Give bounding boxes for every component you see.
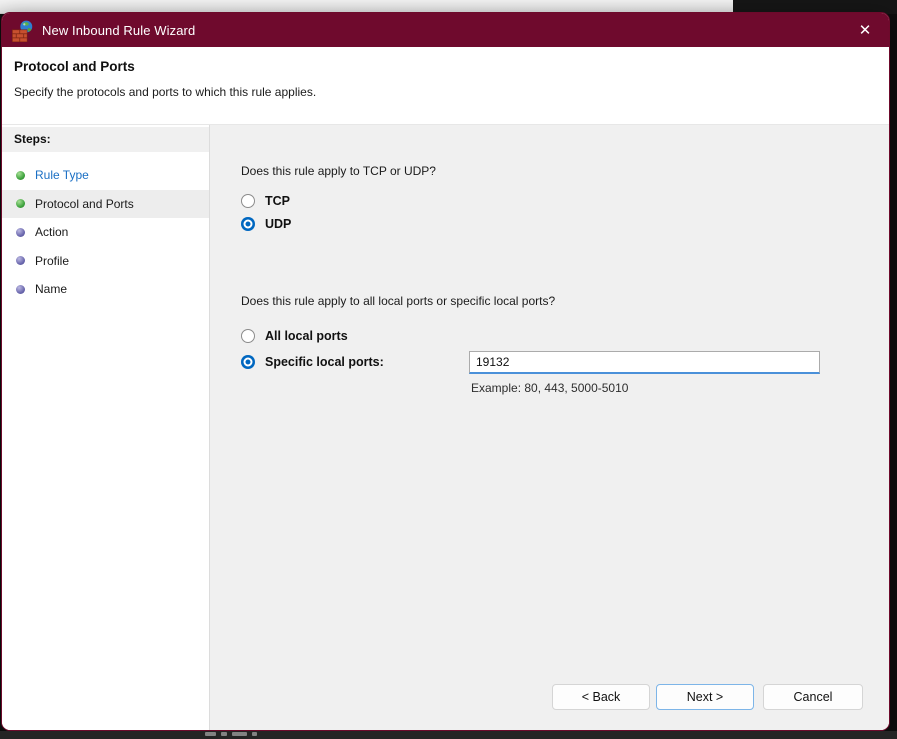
next-button[interactable]: Next > [656,684,754,710]
wizard-content-panel: Does this rule apply to TCP or UDP? TCP … [210,125,889,730]
step-label: Protocol and Ports [35,197,134,211]
protocol-question: Does this rule apply to TCP or UDP? [241,164,436,178]
step-todo-bullet-icon [16,228,25,237]
step-done-bullet-icon [16,171,25,180]
step-name: Name [2,275,209,304]
background-artifact [205,732,216,736]
titlebar: New Inbound Rule Wizard ✕ [2,13,889,47]
back-button[interactable]: < Back [552,684,650,710]
step-label[interactable]: Rule Type [35,168,89,182]
step-label: Name [35,282,67,296]
step-todo-bullet-icon [16,285,25,294]
background-taskbar-strip [0,731,897,739]
radio-unselected-icon[interactable] [241,194,255,208]
step-protocol-and-ports[interactable]: Protocol and Ports [2,190,209,219]
radio-label-all-local-ports[interactable]: All local ports [265,329,348,343]
step-profile: Profile [2,247,209,276]
new-inbound-rule-wizard-dialog: New Inbound Rule Wizard ✕ Protocol and P… [1,12,890,731]
steps-heading: Steps: [2,127,209,152]
steps-sidebar: Steps: Rule Type Protocol and Ports Acti… [2,125,210,730]
cancel-button[interactable]: Cancel [763,684,863,710]
radio-label-tcp[interactable]: TCP [265,194,290,208]
radio-selected-icon[interactable] [241,355,255,369]
page-title: Protocol and Ports [14,59,889,74]
step-done-bullet-icon [16,199,25,208]
radio-option-tcp[interactable]: TCP [241,194,290,208]
step-label: Profile [35,254,69,268]
background-artifact [221,732,227,736]
close-icon[interactable]: ✕ [845,13,885,47]
step-todo-bullet-icon [16,256,25,265]
step-rule-type[interactable]: Rule Type [2,161,209,190]
ports-example-text: Example: 80, 443, 5000-5010 [471,381,628,395]
step-label: Action [35,225,68,239]
steps-list: Rule Type Protocol and Ports Action Prof… [2,161,209,304]
radio-label-specific-local-ports[interactable]: Specific local ports: [265,355,384,369]
radio-label-udp[interactable]: UDP [265,217,291,231]
background-artifact [252,732,257,736]
radio-option-udp[interactable]: UDP [241,217,291,231]
step-action: Action [2,218,209,247]
specific-ports-input[interactable] [469,351,820,374]
radio-option-all-local-ports[interactable]: All local ports [241,329,348,343]
wizard-page-header: Protocol and Ports Specify the protocols… [2,47,889,125]
radio-option-specific-local-ports[interactable]: Specific local ports: [241,355,384,369]
background-artifact [232,732,247,736]
window-title: New Inbound Rule Wizard [42,23,195,38]
radio-selected-icon[interactable] [241,217,255,231]
radio-unselected-icon[interactable] [241,329,255,343]
firewall-icon [12,20,34,42]
ports-question: Does this rule apply to all local ports … [241,294,555,308]
page-subtitle: Specify the protocols and ports to which… [14,85,889,99]
